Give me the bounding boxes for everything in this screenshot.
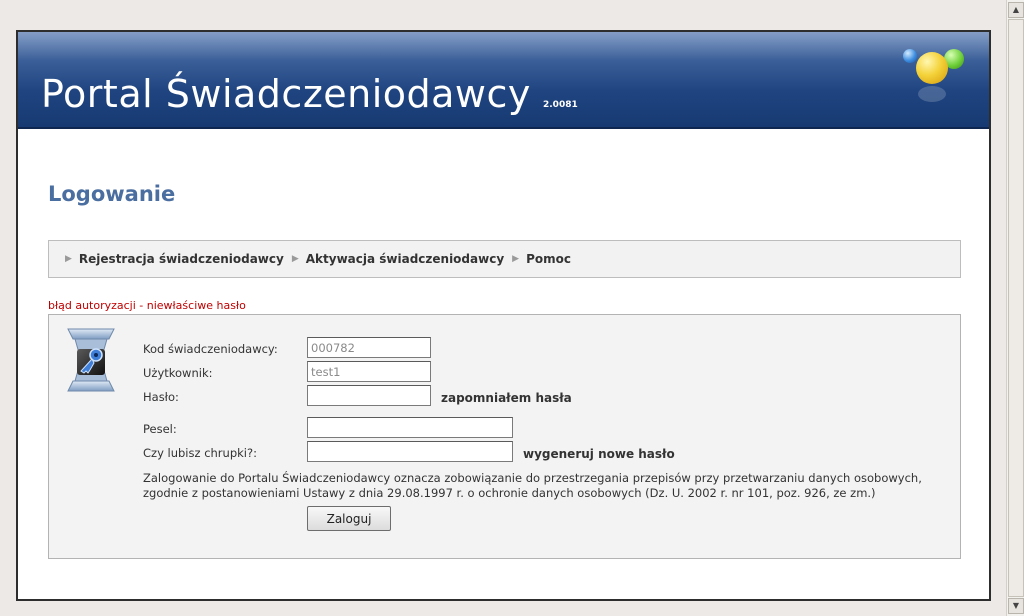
nav-item-label: Rejestracja świadczeniodawcy xyxy=(78,252,284,266)
nav-item-label: Aktywacja świadczeniodawcy xyxy=(305,252,505,266)
version-label: 2.0081 xyxy=(543,100,578,110)
error-message: błąd autoryzacji - niewłaściwe hasło xyxy=(48,299,246,312)
captcha-label: Czy lubisz chrupki?: xyxy=(143,446,257,460)
portal-title: Portal Świadczeniodawcy xyxy=(41,72,531,116)
user-field[interactable] xyxy=(307,361,431,382)
provider-code-label: Kod świadczeniodawcy: xyxy=(143,342,278,356)
captcha-field[interactable] xyxy=(307,441,513,462)
scroll-up-icon[interactable]: ▲ xyxy=(1008,2,1024,18)
colored-balls-icon xyxy=(894,44,974,114)
generate-new-password-link[interactable]: wygeneruj nowe hasło xyxy=(523,447,675,461)
page-frame: Portal Świadczeniodawcy 2.0081 Logowanie… xyxy=(16,30,991,601)
login-form: Kod świadczeniodawcy: Użytkownik: Hasło:… xyxy=(48,314,961,559)
nav-item-activation[interactable]: ▶ Aktywacja świadczeniodawcy xyxy=(292,252,504,266)
yellow-ball-icon xyxy=(916,52,948,84)
privacy-notice: Zalogowanie do Portalu Świadczeniodawcy … xyxy=(143,471,922,500)
user-label: Użytkownik: xyxy=(143,366,213,380)
nav-bar: ▶ Rejestracja świadczeniodawcy ▶ Aktywac… xyxy=(48,240,961,278)
password-field[interactable] xyxy=(307,385,431,406)
triangle-right-icon: ▶ xyxy=(65,254,72,264)
vertical-scrollbar[interactable]: ▲ ▼ xyxy=(1006,0,1024,616)
scroll-down-icon[interactable]: ▼ xyxy=(1008,598,1024,614)
provider-code-field[interactable] xyxy=(307,337,431,358)
triangle-right-icon: ▶ xyxy=(512,254,520,264)
blue-ball-icon xyxy=(903,49,917,63)
nav-item-registration[interactable]: ▶ Rejestracja świadczeniodawcy xyxy=(65,252,284,266)
header-banner: Portal Świadczeniodawcy 2.0081 xyxy=(18,32,989,129)
scroll-thumb[interactable] xyxy=(1008,19,1024,597)
login-button[interactable]: Zaloguj xyxy=(307,506,391,531)
password-label: Hasło: xyxy=(143,390,179,404)
ball-reflection xyxy=(918,86,946,102)
forgot-password-link[interactable]: zapomniałem hasła xyxy=(441,391,572,405)
triangle-right-icon: ▶ xyxy=(291,254,299,264)
nav-item-help[interactable]: ▶ Pomoc xyxy=(512,252,571,266)
page-title: Logowanie xyxy=(48,182,176,206)
nav-item-label: Pomoc xyxy=(526,252,571,266)
pesel-field[interactable] xyxy=(307,417,513,438)
pesel-label: Pesel: xyxy=(143,422,177,436)
key-icon xyxy=(65,327,117,393)
